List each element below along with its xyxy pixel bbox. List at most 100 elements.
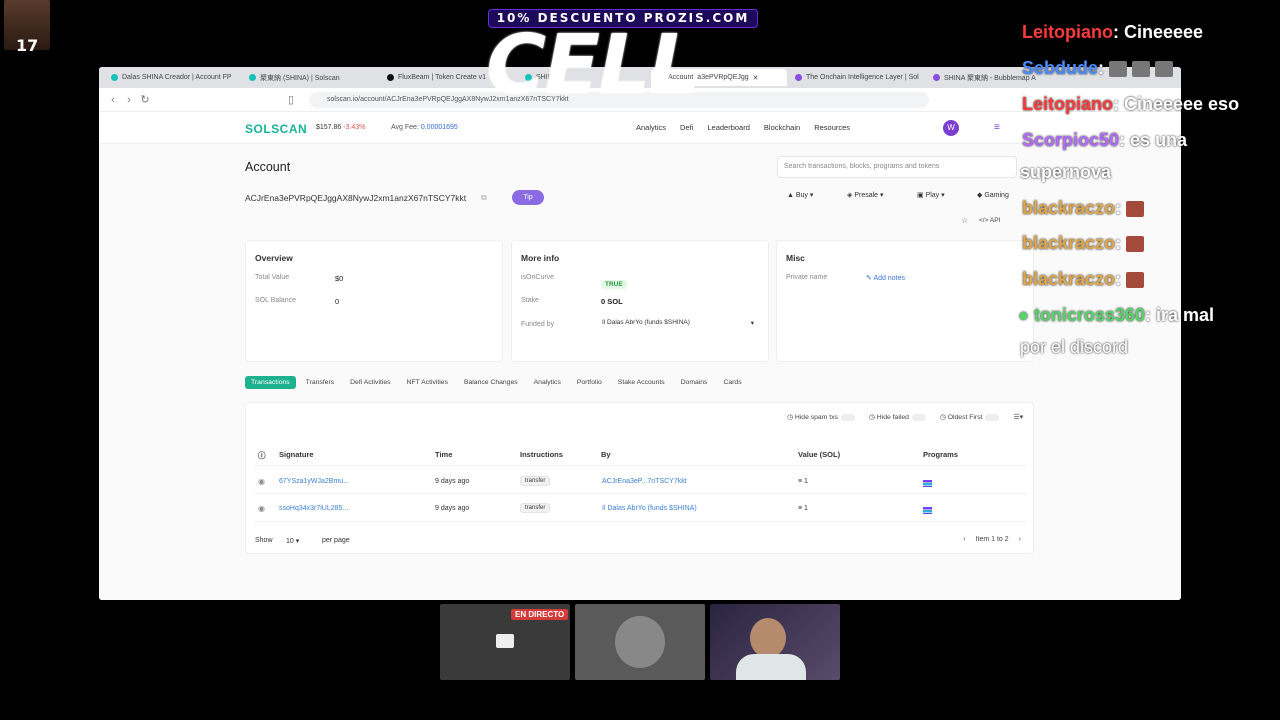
star-icon[interactable]: ☆ bbox=[961, 216, 968, 225]
eye-icon[interactable]: ◉ bbox=[258, 477, 265, 486]
tab-transfers[interactable]: Transfers bbox=[300, 376, 340, 389]
forward-icon[interactable]: › bbox=[121, 94, 137, 106]
nav-resources[interactable]: Resources bbox=[814, 123, 850, 132]
columns-menu-icon[interactable]: ☰▾ bbox=[1013, 413, 1023, 421]
label: Total Value bbox=[255, 274, 290, 281]
col-signature[interactable]: Signature bbox=[279, 450, 314, 459]
show-label: Show bbox=[255, 537, 273, 544]
eye-icon[interactable]: ◉ bbox=[258, 504, 265, 513]
from-address-link[interactable]: ACJrEna3eP...7nTSCY7kkt bbox=[602, 478, 687, 485]
transactions-table: ◷ Hide spam txs ◷ Hide failed ◷ Oldest F… bbox=[245, 402, 1034, 554]
favicon-icon bbox=[111, 74, 118, 81]
value-cell: ≡ 1 bbox=[798, 505, 808, 512]
tab-balance-changes[interactable]: Balance Changes bbox=[458, 376, 524, 389]
play-button[interactable]: ▣ Play ▾ bbox=[917, 187, 945, 205]
account-address[interactable]: ACJrEna3ePVRpQEJggAX8NywJ2xm1anzX67nTSCY… bbox=[245, 193, 466, 203]
solana-icon[interactable]: ≡ bbox=[994, 122, 1000, 133]
time-cell: 9 days ago bbox=[435, 478, 470, 485]
divider bbox=[254, 465, 1027, 466]
chat-message: Scorpioc50: es una bbox=[1022, 130, 1188, 150]
reload-icon[interactable]: ↻ bbox=[137, 93, 153, 106]
copy-icon[interactable]: ⧉ bbox=[481, 193, 487, 203]
from-address-link[interactable]: Il Dalas AbrYo (funds $SHINA) bbox=[602, 505, 697, 512]
emote-icon bbox=[1126, 201, 1145, 218]
cell-logo-overlay: CELL bbox=[486, 18, 701, 113]
tab-stake-accounts[interactable]: Stake Accounts bbox=[612, 376, 671, 389]
nav-blockchain[interactable]: Blockchain bbox=[764, 123, 800, 132]
browser-tab[interactable]: Dalas SHINA Creador | Account FP bbox=[105, 69, 241, 86]
misc-card: Misc Private name ✎ Add notes bbox=[776, 240, 1034, 362]
solana-program-icon[interactable] bbox=[923, 507, 932, 514]
back-icon[interactable]: ‹ bbox=[105, 94, 121, 106]
account-tabs: Transactions Transfers Defi Activities N… bbox=[245, 376, 748, 389]
person-body bbox=[736, 654, 806, 680]
browser-tab[interactable]: 聚東納 (SHINA) | Solscan bbox=[243, 69, 379, 86]
prev-page-icon[interactable]: ‹ bbox=[963, 536, 965, 543]
monitor-icon bbox=[496, 634, 514, 648]
value-cell: ≡ 1 bbox=[798, 478, 808, 485]
card-title: Misc bbox=[786, 253, 805, 263]
oncurve-badge: TRUE bbox=[601, 273, 627, 291]
avatar bbox=[615, 616, 665, 668]
nav-leaderboard[interactable]: Leaderboard bbox=[707, 123, 750, 132]
presale-button[interactable]: ◈ Presale ▾ bbox=[847, 187, 884, 205]
sol-price: $157.86 -3.43% bbox=[316, 124, 366, 131]
emote-icon bbox=[1126, 272, 1145, 289]
chat-message: Leitopiano: Cineeeee bbox=[1022, 22, 1204, 42]
col-by: By bbox=[601, 450, 611, 459]
main-nav: Analytics Defi Leaderboard Blockchain Re… bbox=[636, 123, 850, 132]
chat-message: Leitopiano: Cineeeee eso bbox=[1022, 94, 1240, 114]
hide-failed-toggle[interactable]: ◷ Hide failed bbox=[869, 413, 926, 421]
funded-by-select[interactable]: Il Dalas AbrYo (funds $SHINA) ▾ bbox=[602, 319, 754, 333]
col-instructions: Instructions bbox=[520, 450, 563, 459]
search-input[interactable]: Search transactions, blocks, programs an… bbox=[777, 156, 1017, 178]
badge-icon: ● bbox=[1018, 305, 1029, 325]
avg-fee: Avg Fee: 0.00001695 bbox=[391, 124, 458, 131]
user-avatar[interactable]: W bbox=[943, 120, 959, 136]
total-value: $0 bbox=[335, 274, 344, 283]
signature-link[interactable]: ssoHq34x3r7iUL285... bbox=[279, 505, 348, 512]
solana-program-icon[interactable] bbox=[923, 480, 932, 487]
nav-analytics[interactable]: Analytics bbox=[636, 123, 666, 132]
tab-transactions[interactable]: Transactions bbox=[245, 376, 296, 389]
emote-icon bbox=[1155, 61, 1174, 78]
favicon-icon bbox=[249, 74, 256, 81]
api-button[interactable]: </> API bbox=[979, 217, 1000, 224]
next-page-icon[interactable]: › bbox=[1019, 536, 1021, 543]
col-value: Value (SOL) bbox=[798, 450, 841, 459]
tab-portfolio[interactable]: Portfolio bbox=[571, 376, 608, 389]
tab-analytics[interactable]: Analytics bbox=[528, 376, 567, 389]
oldest-first-toggle[interactable]: ◷ Oldest First bbox=[940, 413, 1000, 421]
overview-card: Overview Total Value $0 SOL Balance 0 bbox=[245, 240, 503, 362]
instruction-badge: transfer bbox=[520, 503, 551, 513]
emote-icon bbox=[1132, 61, 1151, 78]
bookmark-icon[interactable]: ▯ bbox=[283, 93, 299, 106]
close-tab-icon[interactable]: ✕ bbox=[753, 74, 759, 82]
pagination: ‹ Item 1 to 2 › bbox=[963, 536, 1021, 543]
tab-cards[interactable]: Cards bbox=[717, 376, 747, 389]
solscan-logo[interactable]: SOLSCAN bbox=[245, 122, 307, 136]
favicon-icon bbox=[795, 74, 802, 81]
nav-defi[interactable]: Defi bbox=[680, 123, 693, 132]
corner-badge: 17 bbox=[16, 36, 39, 55]
time-cell: 9 days ago bbox=[435, 505, 470, 512]
per-page-select[interactable]: 10 ▾ bbox=[286, 537, 299, 545]
favicon-icon bbox=[933, 74, 940, 81]
tab-nft-activities[interactable]: NFT Activities bbox=[401, 376, 454, 389]
signature-link[interactable]: 67YSza1yWJa2Bmu... bbox=[279, 478, 349, 485]
page-title: Account bbox=[245, 160, 291, 174]
tab-domains[interactable]: Domains bbox=[675, 376, 714, 389]
hide-spam-toggle[interactable]: ◷ Hide spam txs bbox=[787, 413, 855, 421]
tab-defi-activities[interactable]: Defi Activities bbox=[344, 376, 396, 389]
label: Private name bbox=[786, 274, 828, 281]
gaming-button[interactable]: ◆ Gaming bbox=[977, 187, 1009, 205]
live-badge: EN DIRECTO bbox=[511, 609, 569, 620]
divider bbox=[254, 521, 1027, 522]
tip-button[interactable]: Tip bbox=[512, 190, 544, 205]
chat-message: blackraczo: bbox=[1022, 198, 1145, 219]
buy-button[interactable]: ▲ Buy ▾ bbox=[787, 187, 813, 205]
webcam-thumbnail bbox=[710, 604, 840, 680]
browser-tab[interactable]: The Onchain Intelligence Layer | Sol bbox=[789, 69, 925, 86]
col-time[interactable]: Time bbox=[435, 450, 452, 459]
add-notes-link[interactable]: ✎ Add notes bbox=[866, 274, 905, 282]
